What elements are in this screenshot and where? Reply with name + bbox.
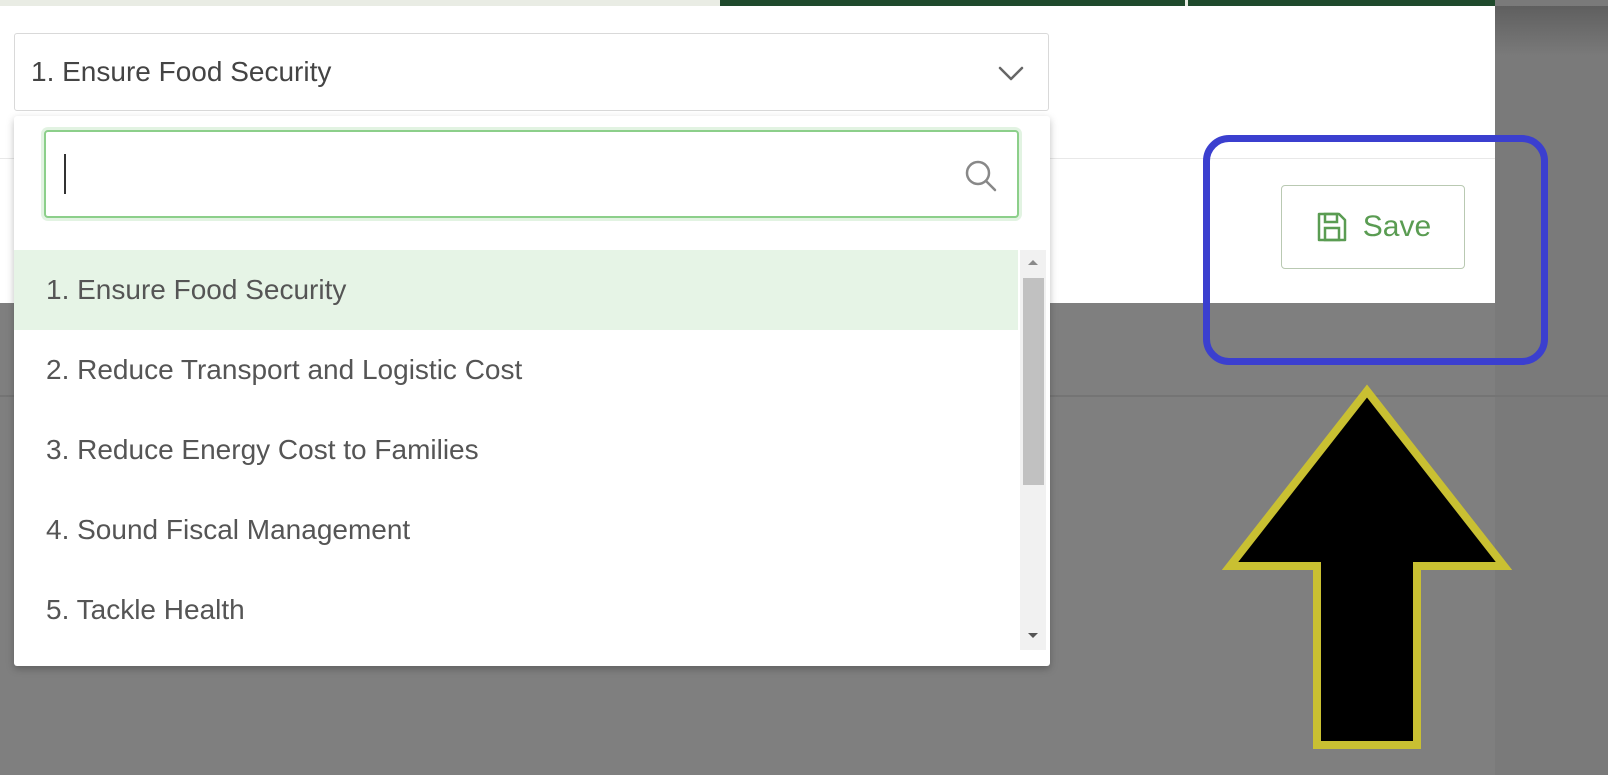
scrollbar-thumb[interactable] (1023, 278, 1044, 485)
goal-dropdown: 1. Ensure Food Security 2. Reduce Transp… (14, 116, 1050, 666)
goal-select[interactable]: 1. Ensure Food Security (14, 33, 1049, 111)
dropdown-scrollbar[interactable] (1020, 250, 1046, 650)
list-item-option-2[interactable]: 2. Reduce Transport and Logistic Cost (14, 330, 1018, 410)
scroll-up-arrow-icon[interactable] (1028, 260, 1038, 265)
dropdown-search-input[interactable] (44, 130, 1019, 218)
annotation-highlight-box (1203, 135, 1548, 365)
scroll-down-arrow-icon[interactable] (1028, 633, 1038, 638)
list-item-option-3[interactable]: 3. Reduce Energy Cost to Families (14, 410, 1018, 490)
goal-select-value: 1. Ensure Food Security (31, 56, 332, 87)
annotation-up-arrow-icon (1222, 384, 1512, 749)
text-caret (64, 154, 66, 194)
search-icon (965, 160, 997, 192)
screen: 1. Ensure Food Security 1. Ensure Food S… (0, 0, 1608, 775)
list-item-option-5[interactable]: 5. Tackle Health (14, 570, 1018, 650)
list-item-option-4[interactable]: 4. Sound Fiscal Management (14, 490, 1018, 570)
backdrop-right-shadow (1495, 6, 1608, 56)
chevron-down-icon[interactable] (996, 58, 1026, 88)
list-item-option-1[interactable]: 1. Ensure Food Security (14, 250, 1018, 330)
option-list: 1. Ensure Food Security 2. Reduce Transp… (14, 250, 1018, 650)
